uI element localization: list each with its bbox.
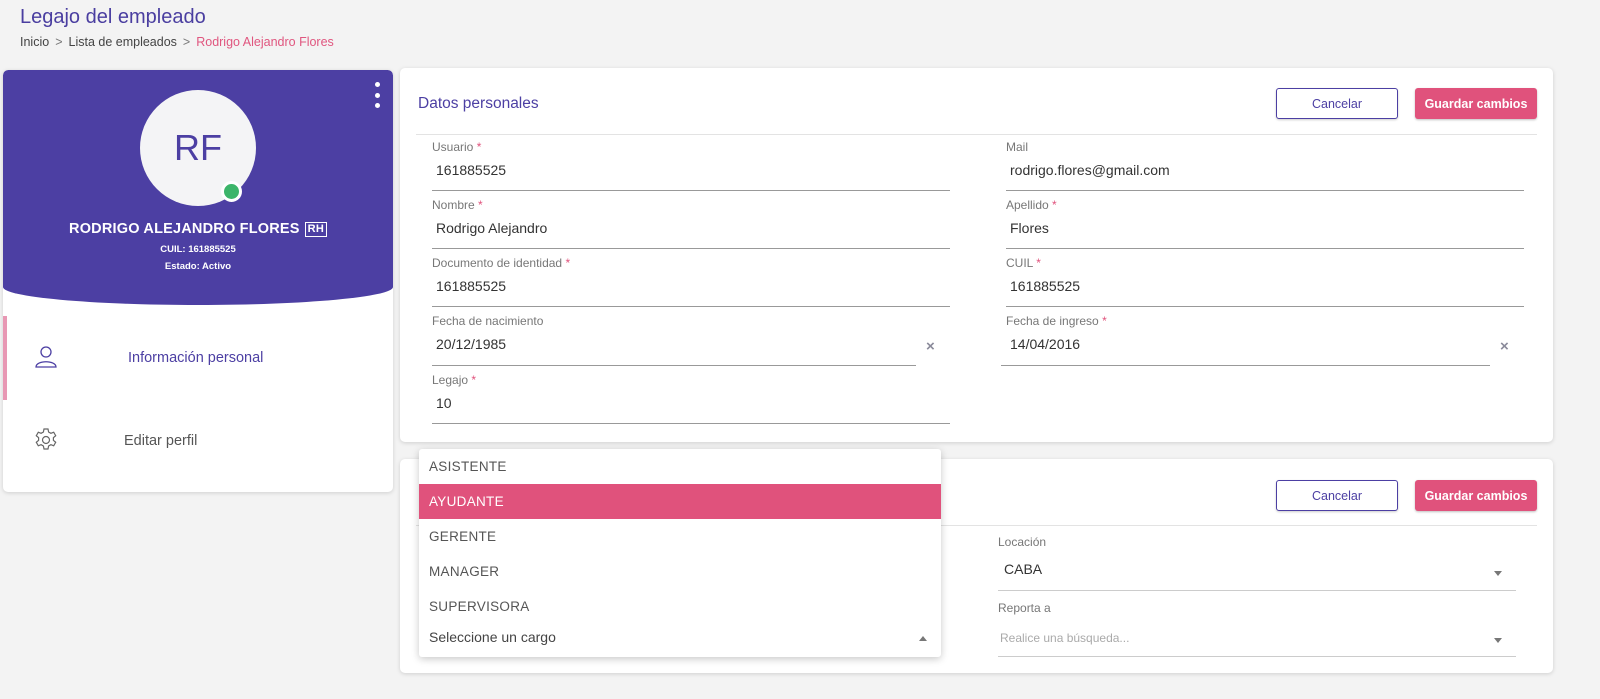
field-value: 20/12/1985 <box>436 336 507 352</box>
field-underline <box>432 423 950 424</box>
field-label: CUIL * <box>1006 256 1041 270</box>
menu-item-personal-info[interactable]: Información personal <box>3 316 393 400</box>
locacion-select[interactable]: Locación CABA <box>998 535 1516 591</box>
menu-item-label: Información personal <box>128 350 264 366</box>
dropdown-option-highlighted[interactable]: AYUDANTE <box>419 484 941 519</box>
field-underline <box>1001 365 1490 366</box>
employee-name-text: RODRIGO ALEJANDRO FLORES <box>69 221 300 237</box>
clear-date-icon[interactable]: × <box>1500 338 1509 355</box>
cuil-field[interactable]: CUIL * 161885525 <box>1006 256 1524 307</box>
user-icon <box>35 346 57 368</box>
more-options-icon[interactable] <box>373 82 381 108</box>
breadcrumb-current: Rodrigo Alejandro Flores <box>196 35 334 49</box>
cancel-button[interactable]: Cancelar <box>1276 480 1398 511</box>
usuario-field[interactable]: Usuario * 161885525 <box>432 140 950 191</box>
mail-field[interactable]: Mail rodrigo.flores@gmail.com <box>1006 140 1524 191</box>
breadcrumb-home[interactable]: Inicio <box>20 35 49 49</box>
field-value: Rodrigo Alejandro <box>436 220 548 236</box>
personal-data-card: Datos personales Cancelar Guardar cambio… <box>400 68 1553 442</box>
field-label: Legajo * <box>432 373 477 387</box>
field-underline <box>1006 306 1524 307</box>
dropdown-option[interactable]: SUPERVISORA <box>419 589 941 624</box>
menu-item-edit-profile[interactable]: Editar perfil <box>3 399 393 483</box>
field-value: Flores <box>1010 220 1049 236</box>
field-label: Nombre * <box>432 198 483 212</box>
field-value: rodrigo.flores@gmail.com <box>1010 162 1170 178</box>
rh-badge: RH <box>304 222 327 237</box>
field-label: Apellido * <box>1006 198 1057 212</box>
legajo-field[interactable]: Legajo * 10 <box>432 373 950 424</box>
fecha-ingreso-field[interactable]: Fecha de ingreso * 14/04/2016 <box>1001 314 1490 366</box>
field-underline <box>1006 248 1524 249</box>
employee-status: Estado: Activo <box>164 261 232 272</box>
field-label: Mail <box>1006 140 1029 154</box>
field-label: Fecha de nacimiento <box>432 314 544 328</box>
field-label: Documento de identidad * <box>432 256 571 270</box>
chevron-down-icon[interactable] <box>1494 638 1502 643</box>
field-label: Fecha de ingreso * <box>1006 314 1107 328</box>
online-status-indicator <box>221 181 242 202</box>
divider <box>416 134 1537 135</box>
field-value: 161885525 <box>436 278 507 294</box>
section-title: Datos personales <box>418 95 539 112</box>
dropdown-option[interactable]: GERENTE <box>419 519 941 554</box>
profile-header: RF RODRIGO ALEJANDRO FLORES RH CUIL: 1618… <box>3 70 393 305</box>
save-button[interactable]: Guardar cambios <box>1415 480 1537 511</box>
reporta-a-select[interactable]: Reporta a Realice una búsqueda... <box>998 601 1516 657</box>
field-label: Usuario * <box>432 140 482 154</box>
save-button[interactable]: Guardar cambios <box>1415 88 1537 119</box>
documento-field[interactable]: Documento de identidad * 161885525 <box>432 256 950 307</box>
page-title: Legajo del empleado <box>20 6 206 28</box>
field-value: 10 <box>436 395 452 411</box>
select-placeholder: Seleccione un cargo <box>429 629 556 645</box>
dropdown-option[interactable]: ASISTENTE <box>419 449 941 484</box>
breadcrumb: Inicio > Lista de empleados > Rodrigo Al… <box>20 35 334 49</box>
employee-cuil: CUIL: 161885525 <box>160 244 236 255</box>
search-placeholder: Realice una búsqueda... <box>1000 631 1130 645</box>
chevron-down-icon[interactable] <box>1494 571 1502 576</box>
employee-name: RODRIGO ALEJANDRO FLORES RH <box>3 221 393 237</box>
dropdown-option[interactable]: MANAGER <box>419 554 941 589</box>
field-value: 161885525 <box>436 162 507 178</box>
field-value: 14/04/2016 <box>1010 336 1081 352</box>
fecha-nacimiento-field[interactable]: Fecha de nacimiento 20/12/1985 <box>432 314 916 366</box>
field-underline <box>432 190 950 191</box>
field-underline <box>432 365 916 366</box>
field-underline <box>998 656 1516 657</box>
field-underline <box>432 248 950 249</box>
breadcrumb-separator: > <box>55 35 63 49</box>
breadcrumb-employee-list[interactable]: Lista de empleados <box>69 35 177 49</box>
field-label: Locación <box>998 535 1047 549</box>
field-underline <box>432 306 950 307</box>
field-underline <box>1006 190 1524 191</box>
cargo-select[interactable]: Seleccione un cargo <box>419 621 941 657</box>
breadcrumb-separator: > <box>182 35 191 49</box>
profile-card: RF RODRIGO ALEJANDRO FLORES RH CUIL: 1618… <box>3 70 393 492</box>
nombre-field[interactable]: Nombre * Rodrigo Alejandro <box>432 198 950 249</box>
clear-date-icon[interactable]: × <box>926 338 935 355</box>
field-value: CABA <box>1004 561 1043 577</box>
field-label: Reporta a <box>998 601 1051 615</box>
cancel-button[interactable]: Cancelar <box>1276 88 1398 119</box>
chevron-up-icon[interactable] <box>919 636 927 641</box>
cargo-dropdown: ASISTENTE AYUDANTE GERENTE MANAGER SUPER… <box>419 449 941 657</box>
apellido-field[interactable]: Apellido * Flores <box>1006 198 1524 249</box>
field-value: 161885525 <box>1010 278 1081 294</box>
menu-item-label: Editar perfil <box>124 433 198 449</box>
gear-icon <box>35 428 57 450</box>
field-underline <box>998 590 1516 591</box>
